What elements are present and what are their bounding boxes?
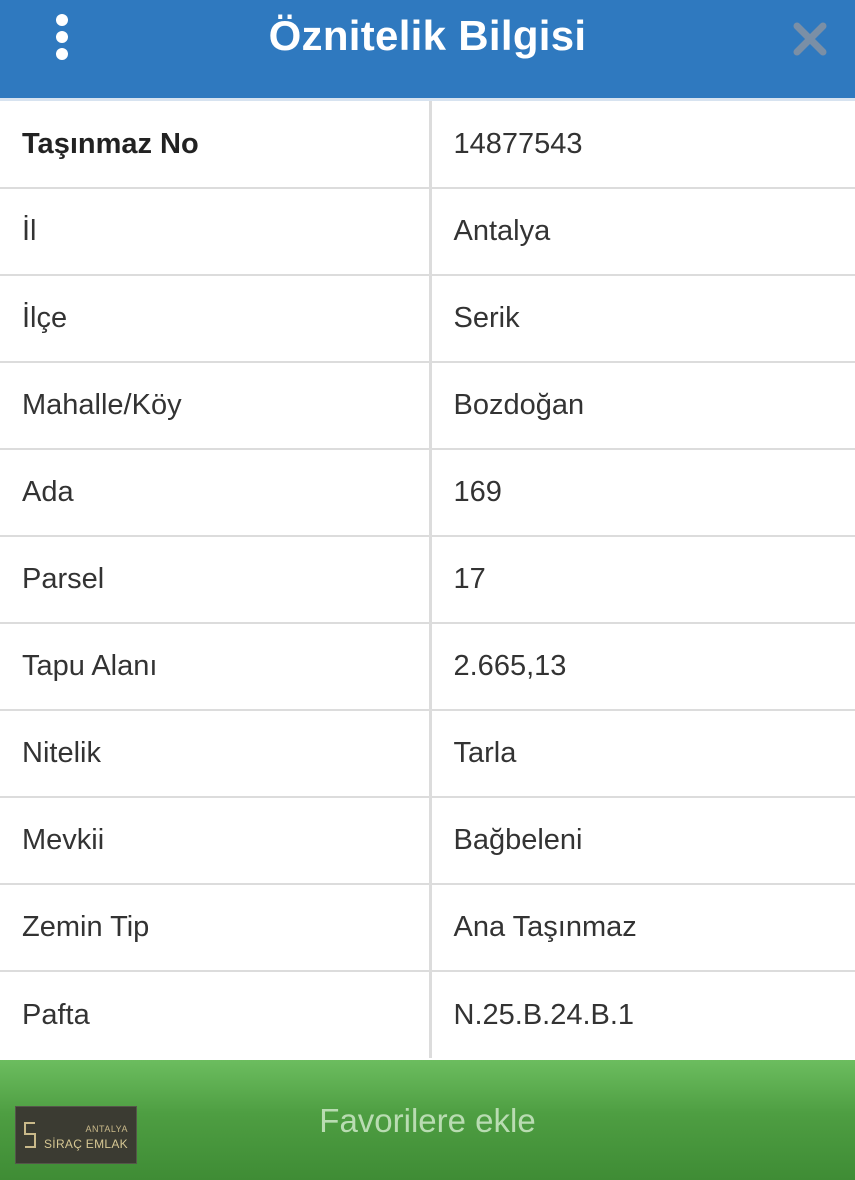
attribute-value: 2.665,13: [430, 622, 855, 710]
table-row: Pafta N.25.B.24.B.1: [0, 970, 855, 1058]
attribute-key: İlçe: [0, 274, 432, 362]
attribute-value: N.25.B.24.B.1: [430, 970, 855, 1058]
attribute-value: Antalya: [430, 187, 855, 275]
page-title: Öznitelik Bilgisi: [268, 12, 587, 59]
table-row: Ada 169: [0, 448, 855, 536]
attribute-key: Nitelik: [0, 709, 432, 797]
attribute-value: Bozdoğan: [430, 361, 855, 449]
attribute-table: Taşınmaz No 14877543 İl Antalya İlçe Ser…: [0, 101, 855, 1058]
table-row: İl Antalya: [0, 187, 855, 275]
table-row: Mahalle/Köy Bozdoğan: [0, 361, 855, 449]
table-row: Tapu Alanı 2.665,13: [0, 622, 855, 710]
attribute-value: Tarla: [430, 709, 855, 797]
attribute-key: Mahalle/Köy: [0, 361, 432, 449]
logo-city-text: ANTALYA: [85, 1124, 128, 1134]
table-row: Parsel 17: [0, 535, 855, 623]
attribute-key: Mevkii: [0, 796, 432, 884]
attribute-key: Taşınmaz No: [0, 101, 432, 188]
attribute-key: Zemin Tip: [0, 883, 432, 971]
attribute-value: 14877543: [453, 127, 583, 160]
attribute-value: Ana Taşınmaz: [430, 883, 855, 971]
attribute-key: Tapu Alanı: [0, 622, 432, 710]
attribute-value: 17: [430, 535, 855, 623]
logo-mark-icon: [24, 1122, 36, 1148]
agency-logo: ANTALYA SİRAÇ EMLAK: [15, 1106, 137, 1164]
table-row: İlçe Serik: [0, 274, 855, 362]
header-bar: Öznitelik Bilgisi: [0, 0, 855, 101]
table-row: Mevkii Bağbeleni: [0, 796, 855, 884]
attribute-info-screen: Öznitelik Bilgisi Taşınmaz No 14877543 İ…: [0, 0, 855, 1180]
attribute-value: Serik: [430, 274, 855, 362]
close-icon[interactable]: [791, 20, 829, 58]
attribute-value: Bağbeleni: [430, 796, 855, 884]
attribute-key: İl: [0, 187, 432, 275]
attribute-key: Ada: [0, 448, 432, 536]
table-row: Nitelik Tarla: [0, 709, 855, 797]
attribute-key: Parsel: [0, 535, 432, 623]
attribute-value: 169: [430, 448, 855, 536]
logo-agency-name: SİRAÇ EMLAK: [44, 1137, 128, 1151]
attribute-key: Pafta: [0, 970, 432, 1058]
table-row: Taşınmaz No 14877543: [0, 101, 855, 188]
table-row: Zemin Tip Ana Taşınmaz: [0, 883, 855, 971]
